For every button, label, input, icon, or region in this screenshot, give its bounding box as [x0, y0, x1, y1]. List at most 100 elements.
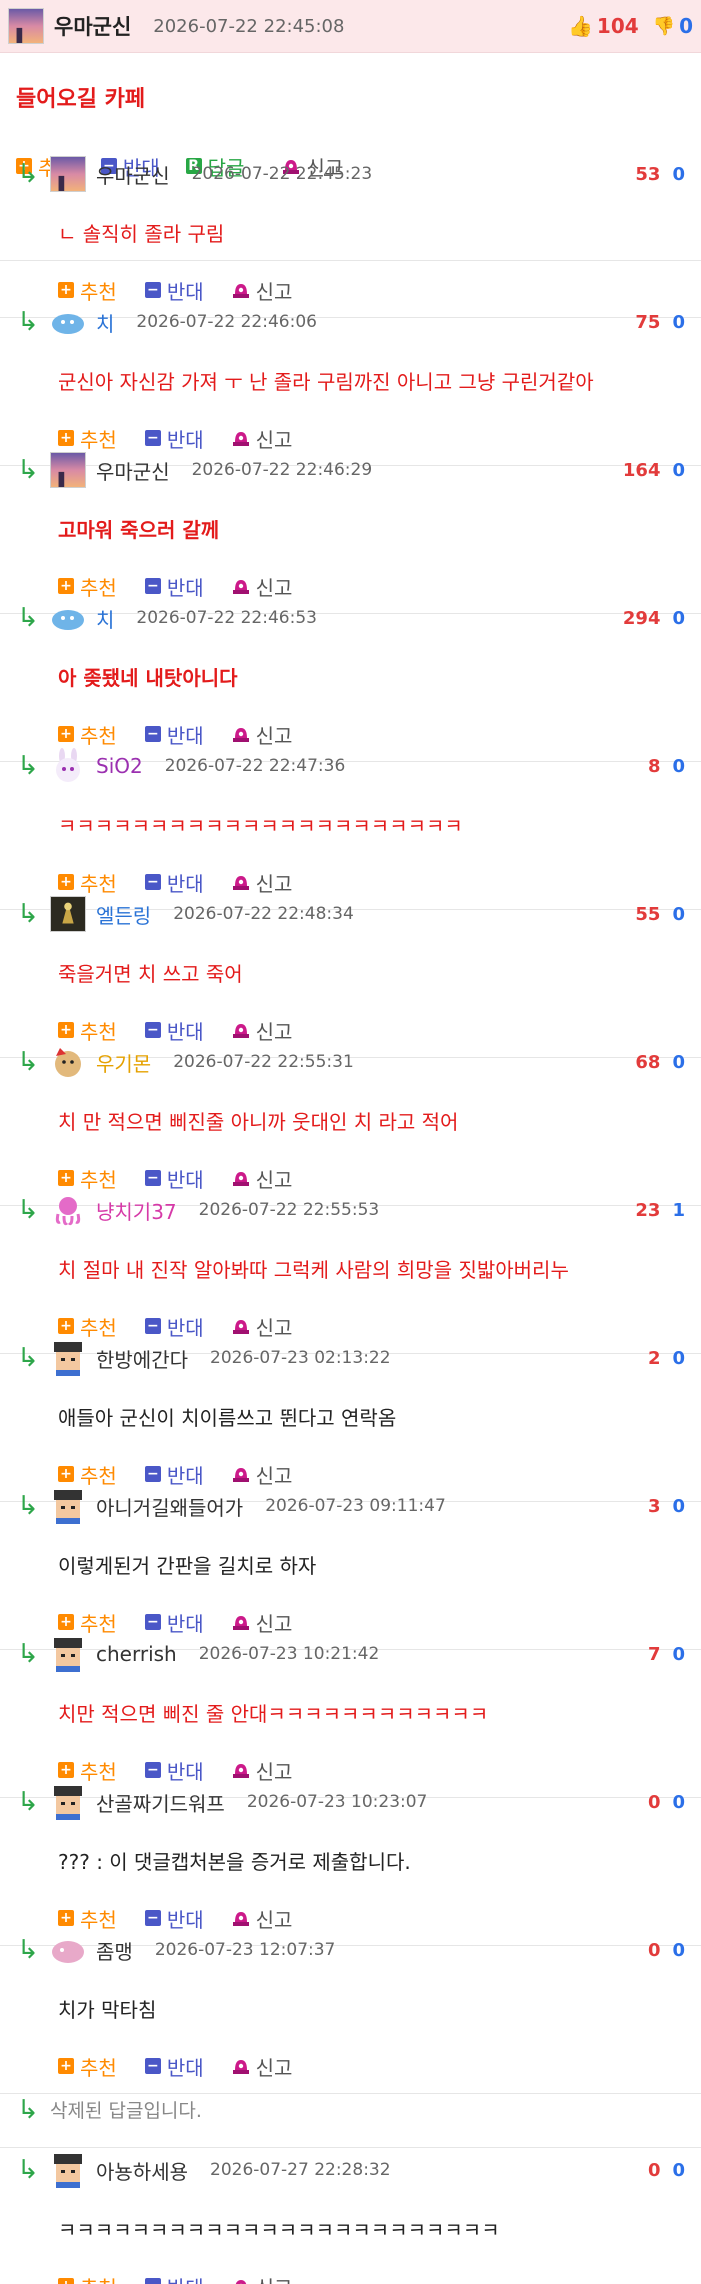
oppose-button[interactable]: − 반대	[144, 2272, 204, 2284]
report-button[interactable]: 신고	[232, 2272, 292, 2284]
comment-header: ↳ 우마군신 2026-07-22 22:46:29 164 0	[0, 444, 701, 496]
comment-header: ↳ 한방에간다 2026-07-23 02:13:22 2 0	[0, 1332, 701, 1384]
comment-header: ↳ SiO2 2026-07-22 22:47:36 8 0	[0, 740, 701, 792]
avatar[interactable]	[50, 452, 86, 488]
comment-nickname[interactable]: SiO2	[96, 754, 143, 778]
comment-nickname[interactable]: 엘든링	[96, 900, 151, 929]
comment-header: ↳ 냥치기37 2026-07-22 22:55:53 23 1	[0, 1184, 701, 1236]
comment-nickname[interactable]: 우마군신	[96, 456, 170, 485]
avatar[interactable]	[50, 304, 86, 340]
comment-votes: 53 0	[635, 164, 701, 185]
comment-votes: 8 0	[648, 756, 701, 777]
up-count: 23	[635, 1199, 661, 1221]
comment-header: ↳ 엘든링 2026-07-22 22:48:34 55 0	[0, 888, 701, 940]
avatar[interactable]	[50, 2152, 86, 2188]
comment-time: 2026-07-22 22:47:36	[164, 756, 346, 776]
comment-item: ↳ 아뇽하세용 2026-07-27 22:28:32 0 0 ㅋㅋㅋㅋㅋㅋㅋㅋ…	[0, 2144, 701, 2284]
comment-item: ↳ 산골짜기드워프 2026-07-23 10:23:07 0 0 ??? : …	[0, 1776, 701, 1946]
comment-header: ↳ 아뇽하세용 2026-07-27 22:28:32 0 0	[0, 2144, 701, 2196]
thumbs-up-icon[interactable]: 👍	[568, 14, 593, 38]
comment-header: ↳ 산골짜기드워프 2026-07-23 10:23:07 0 0	[0, 1776, 701, 1828]
avatar[interactable]	[50, 1192, 86, 1228]
comment-item: ↳ 아니거길왜들어가 2026-07-23 09:11:47 3 0 이렇게된거…	[0, 1480, 701, 1650]
post-votes: 👍 104 👎 0	[568, 14, 693, 38]
avatar[interactable]	[50, 748, 86, 784]
comment-nickname[interactable]: 냥치기37	[96, 1196, 177, 1225]
down-count: 0	[672, 1643, 685, 1665]
comment-text: 죽을거면 치 쓰고 죽어	[58, 961, 243, 986]
comment-votes: 294 0	[623, 608, 701, 629]
up-count: 75	[635, 311, 661, 333]
avatar[interactable]	[50, 1044, 86, 1080]
comment-votes: 0 0	[648, 1940, 701, 1961]
avatar[interactable]	[8, 8, 44, 44]
up-count: 2	[647, 1347, 661, 1369]
comment-votes: 3 0	[648, 1496, 701, 1517]
comment-time: 2026-07-22 22:48:34	[173, 904, 354, 924]
siren-icon	[235, 2280, 246, 2284]
comment-nickname[interactable]: 아뇽하세용	[96, 2156, 188, 2185]
down-count: 0	[672, 903, 685, 925]
avatar[interactable]	[50, 156, 86, 192]
comment-nickname[interactable]: cherrish	[96, 1642, 177, 1666]
up-count: 53	[635, 163, 661, 185]
comment-nickname[interactable]: 산골짜기드워프	[96, 1788, 225, 1817]
comment-nickname[interactable]: 우기몬	[96, 1048, 151, 1077]
comment-nickname[interactable]: 치	[96, 604, 114, 633]
up-count: 294	[622, 607, 661, 629]
avatar[interactable]	[50, 1932, 86, 1968]
up-count: 104	[596, 14, 639, 38]
deleted-text: 삭제된 답글입니다.	[50, 2100, 202, 2122]
down-count: 0	[672, 163, 685, 185]
comment-header: ↳ cherrish 2026-07-23 10:21:42 7 0	[0, 1628, 701, 1680]
post-nickname[interactable]: 우마군신	[54, 11, 131, 41]
post-title: 들어오길 카페	[16, 87, 146, 112]
avatar[interactable]	[50, 600, 86, 636]
comment-time: 2026-07-23 12:07:37	[154, 1940, 336, 1960]
up-count: 55	[635, 903, 661, 925]
up-count: 7	[647, 1643, 661, 1665]
comment-text: 치 절마 내 진작 알아봐따 그럭케 사람의 희망을 짓밟아버리누	[58, 1257, 569, 1282]
avatar[interactable]	[50, 1784, 86, 1820]
avatar[interactable]	[50, 1488, 86, 1524]
comment-votes: 164 0	[623, 460, 701, 481]
comment-header: ↳ 우기몬 2026-07-22 22:55:31 68 0	[0, 1036, 701, 1088]
comment-item: ↳ 우기몬 2026-07-22 22:55:31 68 0 치 만 적으면 삐…	[0, 1036, 701, 1206]
reply-arrow-icon: ↳	[17, 1195, 39, 1225]
comment-votes: 7 0	[648, 1644, 701, 1665]
up-count: 3	[647, 1495, 661, 1517]
comment-time: 2026-07-23 09:11:47	[265, 1496, 446, 1516]
comment-nickname[interactable]: 치	[96, 308, 114, 337]
up-count: 68	[635, 1051, 661, 1073]
comment-time: 2026-07-22 22:55:31	[173, 1052, 354, 1072]
comment-text: 군신아 자신감 가져 ㅜ 난 졸라 구림까진 아니고 그냥 구린거같아	[58, 369, 594, 394]
down-count: 1	[672, 1199, 685, 1221]
down-count: 0	[672, 1347, 685, 1369]
comment-time: 2026-07-22 22:46:29	[191, 460, 373, 480]
comment-votes: 55 0	[635, 904, 701, 925]
comment-header: ↳ 치 2026-07-22 22:46:53 294 0	[0, 592, 701, 644]
comment-page: 우마군신 2026-07-22 22:45:08 👍 104 👎 0 들어오길 …	[0, 0, 701, 2284]
comment-header: ↳ 치 2026-07-22 22:46:06 75 0	[0, 296, 701, 348]
up-count: 0	[647, 1791, 661, 1813]
comment-nickname[interactable]: 한방에간다	[96, 1344, 188, 1373]
avatar[interactable]	[50, 1340, 86, 1376]
comment-nickname[interactable]: 좀맹	[96, 1936, 133, 1965]
down-count: 0	[672, 1939, 685, 1961]
reply-arrow-icon: ↳	[17, 603, 39, 633]
comment-nickname[interactable]: 우마군신	[96, 160, 170, 189]
up-count: 0	[647, 1939, 661, 1961]
plus-icon: +	[58, 2278, 74, 2284]
comment-text: ㄴ 솔직히 졸라 구림	[58, 221, 225, 246]
down-count: 0	[672, 607, 685, 629]
thumbs-down-icon[interactable]: 👎	[653, 16, 675, 37]
avatar[interactable]	[50, 1636, 86, 1672]
down-count: 0	[672, 1051, 685, 1073]
comment-text: 이렇게된거 간판을 길치로 하자	[58, 1553, 317, 1578]
avatar[interactable]	[50, 896, 86, 932]
recommend-button[interactable]: + 추천	[58, 2272, 117, 2284]
reply-arrow-icon: ↳	[17, 899, 39, 929]
comment-nickname[interactable]: 아니거길왜들어가	[96, 1492, 243, 1521]
comment-time: 2026-07-27 22:28:32	[210, 2160, 391, 2180]
down-count: 0	[672, 311, 685, 333]
